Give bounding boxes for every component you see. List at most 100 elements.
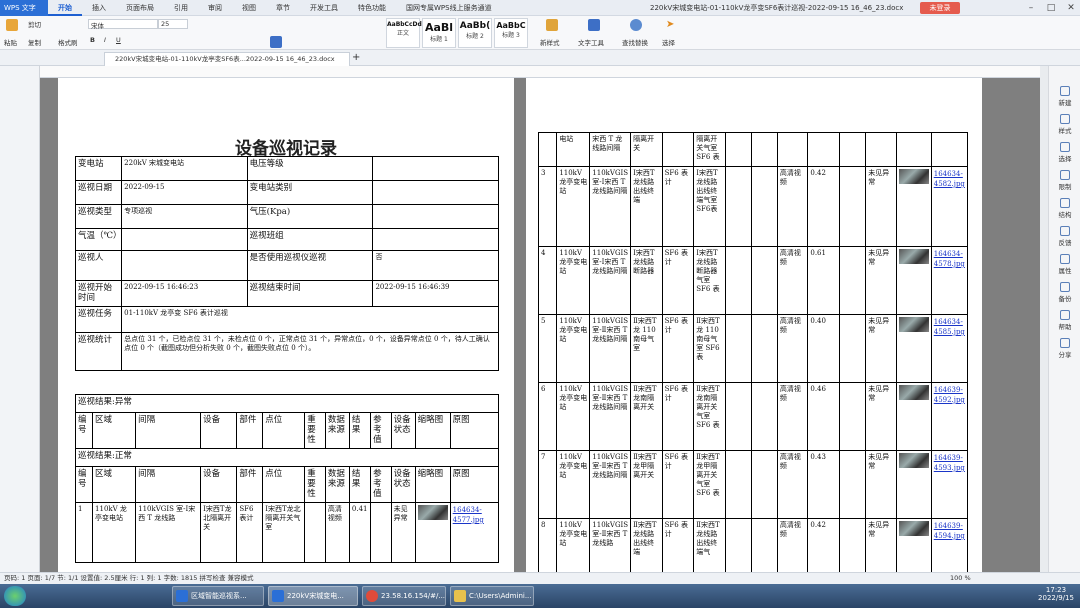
cursor-icon[interactable]: ➤: [666, 19, 674, 30]
image-link-cell: 164634-4578.jpg: [930, 246, 969, 315]
cell: 高清视频: [776, 450, 809, 519]
cell: 隔离开关气室 SF6 表: [693, 132, 726, 167]
header-cell: 编号: [74, 412, 94, 449]
header-cell: 缩略图: [414, 466, 451, 503]
search-icon[interactable]: [630, 19, 642, 31]
image-link[interactable]: 164634-4582.jpg: [934, 170, 965, 188]
zoom-level[interactable]: 100 %: [950, 573, 971, 584]
cell: 2022-09-15: [121, 180, 248, 205]
cell: [839, 132, 867, 167]
cell: 高清视频: [776, 314, 809, 383]
cell: Ⅱ宋西T龙 110南母气室 SF6 表: [693, 314, 726, 383]
sidebar-restrict[interactable]: 限制: [1049, 170, 1080, 191]
sidebar-share[interactable]: 分享: [1049, 338, 1080, 359]
login-button[interactable]: 未登录: [920, 2, 960, 14]
style-heading3[interactable]: AaBbC 标题 3: [494, 18, 528, 48]
app-menu-button[interactable]: WPS 文字: [0, 0, 48, 16]
document-tab[interactable]: 220kV宋城变电站-01-110kV龙亭变SF6表...2022-09-15 …: [104, 52, 350, 66]
cell: [750, 132, 778, 167]
font-size-select[interactable]: 25: [158, 19, 188, 29]
maximize-icon[interactable]: □: [1042, 0, 1060, 16]
image-link[interactable]: 164634-4577.jpg: [453, 506, 484, 524]
paste-button[interactable]: 粘贴: [4, 37, 17, 47]
taskbar-item-browser[interactable]: 23.58.16.154/#/...: [362, 586, 446, 606]
header-cell: 区域: [92, 412, 137, 449]
cell: 110kVGIS 室-Ⅰ宋西 T 龙线路间隔: [589, 246, 632, 315]
cell: [724, 246, 752, 315]
text-tools-icon[interactable]: [588, 19, 600, 31]
cell: 110kV 龙亭变电站: [556, 518, 591, 572]
italic-button[interactable]: I: [104, 36, 106, 44]
header-cell: 间隔: [135, 412, 202, 449]
image-link[interactable]: 164639-4594.jpg: [934, 522, 965, 540]
bold-button[interactable]: B: [90, 36, 95, 44]
header-cell: 设备状态: [390, 466, 416, 503]
cell: [724, 314, 752, 383]
select-button[interactable]: 选择: [662, 37, 675, 47]
style-heading1[interactable]: AaBl 标题 1: [422, 18, 456, 48]
tab-review[interactable]: 审阅: [198, 0, 232, 16]
sidebar-help[interactable]: 帮助: [1049, 310, 1080, 331]
image-link[interactable]: 164634-4578.jpg: [934, 250, 965, 268]
copy-button[interactable]: 复制: [28, 37, 41, 47]
paste-icon[interactable]: [6, 19, 18, 31]
tab-references[interactable]: 引用: [164, 0, 198, 16]
cell: [372, 204, 499, 229]
new-style-button[interactable]: 新样式: [540, 37, 560, 47]
sidebar-style[interactable]: 样式: [1049, 114, 1080, 135]
sidebar-feedback[interactable]: 反馈: [1049, 226, 1080, 247]
sidebar-new[interactable]: 新建: [1049, 86, 1080, 107]
font-select[interactable]: 宋体: [88, 19, 158, 30]
cell: 专项巡视: [121, 204, 248, 229]
image-link[interactable]: 164639-4593.jpg: [934, 454, 965, 472]
tab-section[interactable]: 章节: [266, 0, 300, 16]
cell: 高清视频: [776, 166, 809, 247]
sidebar-backup[interactable]: 备份: [1049, 282, 1080, 303]
cell: [839, 382, 867, 451]
text-tools-button[interactable]: 文字工具: [578, 37, 604, 47]
sidebar-structure[interactable]: 结构: [1049, 198, 1080, 219]
start-button[interactable]: [4, 586, 26, 606]
table-row: 8 110kV 龙亭变电站 110kVGIS 室-Ⅱ宋西 T 龙线路 Ⅱ宋西T龙线路出…: [537, 518, 969, 572]
underline-button[interactable]: U: [116, 36, 121, 44]
image-link[interactable]: 164639-4592.jpg: [934, 386, 965, 404]
cell: 变电站类别: [246, 180, 374, 205]
minimize-icon[interactable]: –: [1022, 0, 1040, 16]
find-replace-button[interactable]: 查找替换: [622, 37, 648, 47]
image-link-cell: [930, 132, 969, 167]
tab-home[interactable]: 开始: [48, 0, 82, 16]
style-normal[interactable]: AaBbCcDd 正文: [386, 18, 422, 48]
tab-view[interactable]: 视图: [232, 0, 266, 16]
tab-layout[interactable]: 页面布局: [116, 0, 164, 16]
vertical-scrollbar[interactable]: [1040, 66, 1048, 572]
thumbnail-cell: [414, 502, 451, 563]
sidebar-properties[interactable]: 属性: [1049, 254, 1080, 275]
tab-developer[interactable]: 开发工具: [300, 0, 348, 16]
clock[interactable]: 17:23 2022/9/15: [1034, 586, 1078, 602]
cell: 6: [537, 382, 558, 451]
cell: 是否使用巡视仪巡视: [246, 250, 374, 281]
close-icon[interactable]: ✕: [1062, 0, 1080, 16]
taskbar-item-explorer[interactable]: C:\Users\Admini...: [450, 586, 534, 606]
cell: Ⅰ宋西T龙线路出线终端气室 SF6表: [693, 166, 726, 247]
taskbar-item-wps[interactable]: 220kV宋城变电...: [268, 586, 358, 606]
cell: 巡视结果:正常: [75, 448, 499, 467]
thumbnail-image: [898, 249, 929, 264]
image-link[interactable]: 164634-4585.jpg: [934, 318, 965, 336]
cut-button[interactable]: 剪切: [28, 19, 41, 29]
tab-features[interactable]: 特色功能: [348, 0, 396, 16]
style-heading2[interactable]: AaBb(标题 2: [458, 18, 492, 48]
new-style-icon[interactable]: [546, 19, 558, 31]
status-bar: 页码: 1 页面: 1/7 节: 1/1 设置值: 2.5厘米 行: 1 列: …: [0, 572, 1080, 584]
header-cell: 间隔: [135, 466, 202, 503]
cell: 隔离开关: [630, 132, 663, 167]
cell: 0.41: [348, 502, 372, 563]
align-center-icon[interactable]: [270, 36, 282, 48]
tab-insert[interactable]: 插入: [82, 0, 116, 16]
sidebar-select[interactable]: 选择: [1049, 142, 1080, 163]
format-painter-button[interactable]: 格式刷: [58, 37, 78, 47]
tab-service[interactable]: 国网专属WPS线上服务通道: [396, 0, 502, 16]
taskbar-item-patrol[interactable]: 区域智能巡视系...: [172, 586, 264, 606]
new-tab-icon[interactable]: +: [352, 52, 360, 63]
cell: [724, 518, 752, 572]
